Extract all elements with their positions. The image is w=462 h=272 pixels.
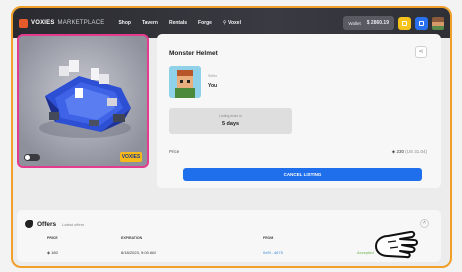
- bag-icon: [402, 20, 407, 26]
- offers-title: Offers: [37, 220, 57, 228]
- details-card: Monster Helmet ⋖ Seller You Listing ends…: [157, 34, 441, 188]
- owner-avatar-art: [169, 66, 201, 98]
- tag-icon: [25, 220, 33, 228]
- share-icon: ⋖: [418, 49, 424, 55]
- listing-end-label: Listing ends in: [219, 114, 242, 118]
- nav-link-forge[interactable]: Forge: [198, 20, 212, 26]
- nav-link-voxel[interactable]: Voxel: [223, 20, 241, 26]
- share-button[interactable]: ⋖: [415, 46, 427, 58]
- offer-expiration: 8/18/2023, 9:00 AM: [121, 250, 156, 255]
- wallet-label: Wallet: [348, 20, 361, 26]
- item-image-card: VOXIES: [17, 34, 149, 168]
- price-value: ◈ 230 (US 31.04): [392, 149, 427, 155]
- chevron-up-icon: ˄: [423, 220, 426, 226]
- calendar-button[interactable]: [415, 16, 428, 30]
- wallet-balance: $ 2860.19: [366, 20, 389, 26]
- logo-icon: [19, 18, 28, 28]
- monster-helmet-image: [39, 60, 131, 138]
- nav-link-shop[interactable]: Shop: [118, 20, 131, 26]
- nav-links: Shop Tavern Rentals Forge Voxel: [118, 20, 241, 26]
- collection-badge: VOXIES: [120, 152, 142, 162]
- logo[interactable]: VOXIES MARKETPLACE: [19, 18, 105, 28]
- profile-avatar[interactable]: [432, 16, 444, 30]
- price-label: Price: [169, 149, 180, 154]
- offer-price: ◈ 180: [47, 250, 58, 255]
- calendar-icon: [419, 20, 424, 26]
- owner-name: You: [208, 83, 218, 89]
- listing-end-box: Listing ends in 5 days: [169, 108, 292, 134]
- inventory-button[interactable]: [398, 16, 411, 30]
- col-header-from: FROM: [263, 236, 274, 240]
- item-title: Monster Helmet: [169, 50, 218, 57]
- price-usd: (US 31.04): [405, 149, 427, 154]
- price-amount: ◈ 230: [391, 149, 404, 154]
- offers-header: Offers Latest offers: [25, 220, 84, 228]
- cancel-listing-button[interactable]: CANCEL LISTING: [183, 168, 422, 181]
- col-header-expiration: EXPIRATION: [121, 236, 143, 240]
- offers-subtitle: Latest offers: [62, 221, 85, 227]
- view-toggle[interactable]: [24, 154, 40, 161]
- listing-end-value: 5 days: [221, 121, 240, 127]
- brand-sub: MARKETPLACE: [57, 20, 105, 26]
- wallet-button[interactable]: Wallet $ 2860.19: [343, 16, 394, 30]
- owner-avatar: [169, 66, 201, 98]
- nav-link-tavern[interactable]: Tavern: [142, 20, 158, 26]
- nav-right: Wallet $ 2860.19: [343, 16, 444, 30]
- hand-cursor-icon: [375, 230, 418, 259]
- col-header-price: PRICE: [47, 236, 58, 240]
- nav-link-rentals[interactable]: Rentals: [169, 20, 187, 26]
- offer-from-link[interactable]: 0x9f...4675: [263, 250, 283, 255]
- brand-name: VOXIES: [31, 20, 55, 26]
- owner-label: Seller: [208, 74, 217, 78]
